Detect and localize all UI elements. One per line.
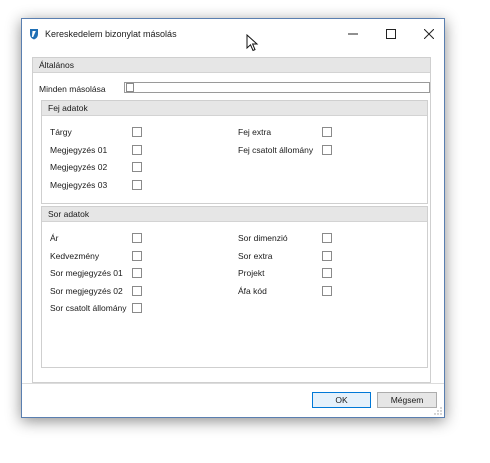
title-bar[interactable]: Kereskedelem bizonylat másolás bbox=[22, 19, 444, 52]
close-icon bbox=[424, 29, 434, 39]
footer-divider bbox=[22, 383, 444, 384]
row-checkbox-sor-megjegyzes-02[interactable] bbox=[132, 286, 142, 296]
row-checkbox-sor-dimenzio[interactable] bbox=[322, 233, 332, 243]
head-checkbox-targy[interactable] bbox=[132, 127, 142, 137]
row-label-sor-megjegyzes-01: Sor megjegyzés 01 bbox=[50, 268, 123, 278]
ok-button[interactable]: OK bbox=[312, 392, 371, 408]
row-checkbox-projekt[interactable] bbox=[322, 268, 332, 278]
row-label-projekt: Projekt bbox=[238, 268, 265, 278]
row-checkbox-sor-extra[interactable] bbox=[322, 251, 332, 261]
close-button[interactable] bbox=[418, 25, 440, 43]
row-label-sor-megjegyzes-02: Sor megjegyzés 02 bbox=[50, 286, 123, 296]
head-data-header: Fej adatok bbox=[42, 101, 427, 116]
head-label-megjegyzes-02: Megjegyzés 02 bbox=[50, 162, 108, 172]
head-label-targy: Tárgy bbox=[50, 127, 72, 137]
mouse-cursor-icon bbox=[246, 34, 259, 52]
head-checkbox-megjegyzes-03[interactable] bbox=[132, 180, 142, 190]
row-label-afa-kod: Áfa kód bbox=[238, 286, 267, 296]
row-label-kedvezmeny: Kedvezmény bbox=[50, 251, 100, 261]
minimize-button[interactable] bbox=[342, 25, 364, 43]
head-data-group: Fej adatok Tárgy Megjegyzés 01 Megjegyzé… bbox=[41, 100, 428, 204]
row-label-sor-extra: Sor extra bbox=[238, 251, 273, 261]
window-title: Kereskedelem bizonylat másolás bbox=[45, 29, 177, 39]
head-checkbox-fej-extra[interactable] bbox=[322, 127, 332, 137]
copy-all-field[interactable] bbox=[124, 82, 430, 93]
maximize-button[interactable] bbox=[380, 25, 402, 43]
row-checkbox-sor-megjegyzes-01[interactable] bbox=[132, 268, 142, 278]
row-checkbox-kedvezmeny[interactable] bbox=[132, 251, 142, 261]
maximize-icon bbox=[386, 29, 396, 39]
general-group: Általános Minden másolása Fej adatok Tár… bbox=[32, 57, 431, 383]
row-data-group: Sor adatok Ár Kedvezmény Sor megjegyzés … bbox=[41, 206, 428, 368]
head-label-fej-csatolt: Fej csatolt állomány bbox=[238, 145, 314, 155]
dialog-window: Kereskedelem bizonylat másolás Általános… bbox=[21, 18, 445, 418]
cancel-button[interactable]: Mégsem bbox=[377, 392, 437, 408]
resize-grip-icon[interactable] bbox=[434, 407, 442, 415]
row-checkbox-ar[interactable] bbox=[132, 233, 142, 243]
row-checkbox-afa-kod[interactable] bbox=[322, 286, 332, 296]
head-checkbox-megjegyzes-01[interactable] bbox=[132, 145, 142, 155]
row-checkbox-sor-csatolt[interactable] bbox=[132, 303, 142, 313]
row-data-header: Sor adatok bbox=[42, 207, 427, 222]
row-label-sor-dimenzio: Sor dimenzió bbox=[238, 233, 288, 243]
row-label-sor-csatolt: Sor csatolt állomány bbox=[50, 303, 127, 313]
row-label-ar: Ár bbox=[50, 233, 59, 243]
general-group-header: Általános bbox=[33, 58, 430, 73]
head-label-megjegyzes-01: Megjegyzés 01 bbox=[50, 145, 108, 155]
head-label-fej-extra: Fej extra bbox=[238, 127, 272, 137]
head-checkbox-megjegyzes-02[interactable] bbox=[132, 162, 142, 172]
head-label-megjegyzes-03: Megjegyzés 03 bbox=[50, 180, 108, 190]
copy-all-label: Minden másolása bbox=[39, 84, 106, 94]
app-shield-icon bbox=[30, 29, 38, 40]
minimize-icon bbox=[348, 33, 358, 35]
copy-all-checkbox[interactable] bbox=[126, 83, 134, 92]
head-checkbox-fej-csatolt[interactable] bbox=[322, 145, 332, 155]
